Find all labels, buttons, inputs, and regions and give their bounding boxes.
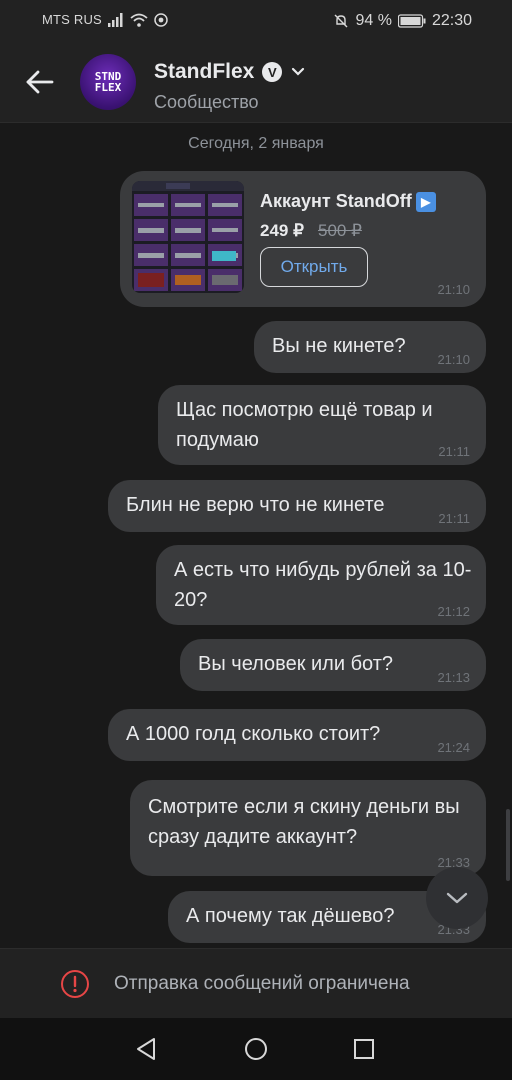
- message-text: Вы человек или бот?: [198, 653, 393, 675]
- nav-home-icon[interactable]: [241, 1034, 271, 1064]
- message-time: 21:24: [437, 740, 470, 755]
- play-icon: ▶: [415, 192, 436, 213]
- date-separator: Сегодня, 2 января: [188, 135, 324, 152]
- avatar[interactable]: STND FLEX: [80, 54, 136, 110]
- chevron-down-icon[interactable]: [290, 66, 306, 78]
- nav-back-icon[interactable]: [132, 1034, 162, 1064]
- chat-area[interactable]: Сегодня, 2 января Аккаунт StandOff ▶ 249…: [0, 123, 512, 948]
- product-title-text: Аккаунт StandOff: [260, 191, 412, 211]
- nav-recents-icon[interactable]: [349, 1034, 379, 1064]
- open-button[interactable]: Открыть: [260, 247, 368, 287]
- messaging-restricted-notice: Отправка сообщений ограничена: [0, 948, 512, 1019]
- message-text: Блин не верю что не кинете: [126, 494, 385, 516]
- product-price: 249 ₽: [260, 221, 304, 240]
- product-image[interactable]: [132, 181, 244, 293]
- page-title: StandFlex: [154, 60, 255, 83]
- message-bubble[interactable]: Щас посмотрю ещё товар и подумаю 21:11: [158, 385, 486, 465]
- battery-icon: [397, 14, 426, 28]
- message-time: 21:10: [437, 282, 470, 297]
- scroll-down-button[interactable]: [426, 867, 488, 929]
- message-bubble[interactable]: Вы не кинете? 21:10: [254, 321, 486, 373]
- carrier-name: MTS RUS: [42, 12, 102, 27]
- clock: 22:30: [431, 12, 472, 29]
- message-text: Смотрите если я скину деньги вы сразу да…: [148, 796, 460, 848]
- chat-header: STND FLEX StandFlex V Сообщество: [0, 42, 512, 123]
- chrome-icon: [154, 12, 168, 27]
- warning-icon: [61, 970, 89, 998]
- wifi-icon: [130, 13, 148, 27]
- chevron-down-icon: [446, 892, 468, 904]
- system-nav-bar: [0, 1018, 512, 1080]
- product-title: Аккаунт StandOff ▶: [260, 191, 436, 213]
- back-arrow-icon[interactable]: [22, 64, 58, 100]
- product-card[interactable]: Аккаунт StandOff ▶ 249 ₽ 500 ₽ Открыть 21…: [120, 171, 486, 307]
- message-time: 21:13: [437, 670, 470, 685]
- title-row[interactable]: StandFlex V: [154, 60, 306, 84]
- status-bar: MTS RUS 94 % 22:30: [0, 0, 512, 42]
- message-time: 21:11: [438, 511, 470, 526]
- message-text: А 1000 голд сколько стоит?: [126, 723, 381, 745]
- message-text: А почему так дёшево?: [186, 905, 395, 927]
- mute-icon: [334, 14, 348, 28]
- message-bubble[interactable]: Блин не верю что не кинете 21:11: [108, 480, 486, 532]
- message-time: 21:12: [437, 604, 470, 619]
- message-bubble[interactable]: А 1000 голд сколько стоит? 21:24: [108, 709, 486, 761]
- page-subtitle: Сообщество: [154, 92, 259, 112]
- message-time: 21:11: [438, 444, 470, 459]
- message-bubble[interactable]: А есть что нибудь рублей за 10-20? 21:12: [156, 545, 486, 625]
- battery-percent: 94 %: [355, 12, 392, 29]
- message-text: Щас посмотрю ещё товар и подумаю: [176, 399, 433, 451]
- notice-text: Отправка сообщений ограничена: [114, 973, 410, 994]
- scrollbar[interactable]: [506, 809, 510, 881]
- message-text: А есть что нибудь рублей за 10-20?: [174, 559, 472, 611]
- message-time: 21:10: [437, 352, 470, 367]
- product-old-price: 500 ₽: [318, 221, 362, 240]
- verified-icon: V: [262, 62, 283, 82]
- message-bubble[interactable]: Вы человек или бот? 21:13: [180, 639, 486, 691]
- signal-icon: [107, 12, 123, 27]
- message-bubble[interactable]: Смотрите если я скину деньги вы сразу да…: [130, 780, 486, 876]
- avatar-line2: FLEX: [94, 81, 122, 94]
